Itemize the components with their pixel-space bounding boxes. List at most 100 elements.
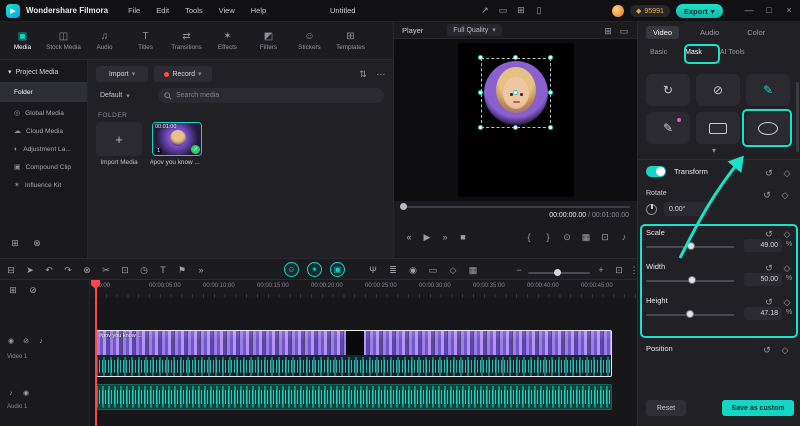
volume-icon[interactable]: ♪	[617, 230, 631, 244]
stop-icon[interactable]: ■	[456, 230, 470, 244]
tab-effects[interactable]: ✶ Effects	[207, 22, 248, 59]
maximize-icon[interactable]: □	[762, 3, 776, 17]
save-as-custom-button[interactable]: Save as custom	[722, 400, 794, 416]
import-button[interactable]: Import ▾	[96, 66, 148, 82]
share-icon[interactable]: ↗	[478, 3, 492, 17]
device-icon[interactable]: ▯	[532, 3, 546, 17]
tab-video[interactable]: Video	[646, 26, 680, 39]
keyframe-icon[interactable]: ◇	[780, 295, 794, 309]
effects-quick-icon[interactable]: ✶	[307, 262, 322, 277]
menu-tools[interactable]: Tools	[179, 4, 209, 17]
sort-filter-icon[interactable]: ⇅	[356, 67, 370, 81]
keyframe-icon[interactable]: ◇	[780, 227, 794, 241]
selection-handle[interactable]	[548, 90, 553, 95]
properties-scrollbar[interactable]	[796, 82, 799, 152]
mask-pen-cell[interactable]: ✎	[646, 112, 690, 144]
screen-record-icon[interactable]: ▭	[426, 263, 440, 277]
redo-icon[interactable]: ↷	[61, 263, 75, 277]
timeline-zoom-knob[interactable]	[554, 269, 561, 276]
apps-icon[interactable]: ⊞	[514, 3, 528, 17]
mask-draw-cell[interactable]: ✎	[746, 74, 790, 106]
height-value-field[interactable]: 47.18	[744, 307, 782, 320]
selection-handle[interactable]	[478, 55, 483, 60]
menu-edit[interactable]: Edit	[150, 4, 175, 17]
menu-view[interactable]: View	[213, 4, 241, 17]
tab-color[interactable]: Color	[740, 26, 772, 39]
play-icon[interactable]: ▶	[420, 230, 434, 244]
reset-icon[interactable]: ↺	[760, 188, 774, 202]
voiceover-icon[interactable]: Ψ	[366, 263, 380, 277]
tab-titles[interactable]: T Titles	[125, 22, 166, 59]
sidebar-item-global-media[interactable]: ◎ Global Media	[0, 104, 87, 122]
media-clip-thumbnail[interactable]: 00:01:00 1 ✓	[152, 122, 202, 156]
mark-out-icon[interactable]: }	[541, 230, 555, 244]
playhead-line[interactable]	[95, 280, 97, 426]
split-view-icon[interactable]: ⊞	[601, 24, 615, 38]
width-slider-knob[interactable]	[688, 276, 696, 284]
new-folder-icon[interactable]: ⊞	[8, 236, 22, 250]
overlay-quick-icon[interactable]: ▣	[330, 262, 345, 277]
record-button[interactable]: Record ▾	[154, 66, 212, 82]
selection-handle[interactable]	[548, 125, 553, 130]
delete-icon[interactable]: ⊗	[80, 263, 94, 277]
fullscreen-icon[interactable]: ⊡	[598, 230, 612, 244]
selection-handle[interactable]	[513, 55, 518, 60]
reset-icon[interactable]: ↺	[762, 166, 776, 180]
search-input[interactable]: Search media	[158, 88, 384, 103]
mask-ellipse-cell[interactable]	[746, 112, 790, 144]
render-preview-icon[interactable]: ▦	[466, 263, 480, 277]
height-slider-knob[interactable]	[685, 310, 694, 318]
subtab-ai-tools[interactable]: AI Tools	[720, 49, 745, 56]
marker-icon[interactable]: ⚑	[175, 263, 189, 277]
zoom-in-icon[interactable]: +	[594, 263, 608, 277]
subtab-mask[interactable]: Mask	[685, 49, 702, 56]
snapshot-icon[interactable]: ⊙	[560, 230, 574, 244]
zoom-out-icon[interactable]: −	[512, 263, 526, 277]
tab-stickers[interactable]: ☺ Stickers	[289, 22, 330, 59]
timeline-more-icon[interactable]: ⋮	[627, 263, 641, 277]
display-icon[interactable]: ▭	[496, 3, 510, 17]
scale-value-field[interactable]: 49.00	[744, 239, 782, 252]
close-icon[interactable]: ×	[782, 3, 796, 17]
audio-clip[interactable]	[95, 384, 612, 410]
preview-window-icon[interactable]: ▭	[617, 24, 631, 38]
delete-folder-icon[interactable]: ⊗	[30, 236, 44, 250]
tab-transitions[interactable]: ⇄ Transitions	[166, 22, 207, 59]
track-mute-icon[interactable]: ♪	[36, 336, 46, 346]
keyframe-icon[interactable]: ◇	[778, 188, 792, 202]
reset-icon[interactable]: ↺	[760, 343, 774, 357]
minimize-icon[interactable]: —	[742, 3, 756, 17]
fit-timeline-icon[interactable]: ⊡	[612, 263, 626, 277]
keyframe-icon[interactable]: ◇	[780, 166, 794, 180]
mask-none-cell[interactable]: ⊘	[696, 74, 740, 106]
record-icon[interactable]: ◉	[406, 263, 420, 277]
speed-icon[interactable]: ◷	[137, 263, 151, 277]
mask-flip-cell[interactable]: ↻	[646, 74, 690, 106]
export-button[interactable]: Export ▾	[676, 4, 723, 18]
text-tool-icon[interactable]: T	[156, 263, 170, 277]
emoji-tool-icon[interactable]: ☺	[284, 262, 299, 277]
sidebar-item-project-media[interactable]: ▾ Project Media	[0, 60, 87, 82]
quality-dropdown[interactable]: Full Quality ▾	[447, 24, 502, 36]
timeline-ruler[interactable]: 00:00 00:00:05:00 00:00:10:00 00:00:15:00 00…	[90, 280, 637, 298]
rotate-value-field[interactable]: 0.00°	[664, 202, 710, 216]
more-tools-icon[interactable]: »	[194, 263, 208, 277]
video-clip[interactable]: #pov you know ...	[95, 330, 612, 377]
tab-templates[interactable]: ⊞ Templates	[330, 22, 371, 59]
sidebar-item-cloud-media[interactable]: ☁ Cloud Media	[0, 122, 87, 140]
keyframe-toolbar-icon[interactable]: ◇	[446, 263, 460, 277]
compare-icon[interactable]: ▦	[579, 230, 593, 244]
keyframe-icon[interactable]: ◇	[780, 261, 794, 275]
tab-audio[interactable]: ♫ Audio	[84, 22, 125, 59]
previous-frame-icon[interactable]: «	[402, 230, 416, 244]
width-value-field[interactable]: 50.00	[744, 273, 782, 286]
track-record-icon[interactable]: ◉	[21, 388, 31, 398]
sidebar-item-compound-clip[interactable]: ▣ Compound Clip	[0, 158, 87, 176]
track-mute-icon[interactable]: ♪	[6, 388, 16, 398]
audio-mixer-icon[interactable]: ≣	[386, 263, 400, 277]
mark-in-icon[interactable]: {	[522, 230, 536, 244]
preview-scrollbar-knob[interactable]	[400, 203, 407, 210]
pointer-tool-icon[interactable]: ➤	[23, 263, 37, 277]
manage-tracks-icon[interactable]: ⊞	[6, 283, 20, 297]
tab-stock-media[interactable]: ◫ Stock Media	[43, 22, 84, 59]
